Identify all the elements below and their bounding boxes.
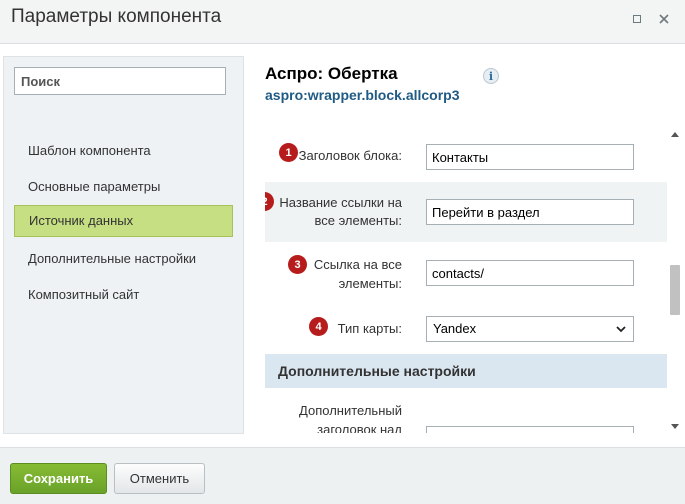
param-row-link-url: 3 Ссылка на все элементы: xyxy=(265,242,667,300)
sidebar-item-basic-params[interactable]: Основные параметры xyxy=(14,171,233,203)
form-scrollbar[interactable] xyxy=(667,128,683,433)
param-label: все элементы: xyxy=(314,213,402,228)
block-title-field[interactable] xyxy=(426,144,634,170)
save-button[interactable]: Сохранить xyxy=(10,463,107,494)
step-badge: 4 xyxy=(309,317,328,336)
scroll-up-icon[interactable] xyxy=(671,132,679,137)
component-name: Аспро: Обертка xyxy=(265,64,398,83)
param-label: Тип карты: xyxy=(337,321,402,336)
maximize-icon[interactable] xyxy=(629,11,645,27)
scroll-thumb[interactable] xyxy=(670,265,680,315)
step-badge: 2 xyxy=(265,192,274,211)
sidebar-item-label: Дополнительные настройки xyxy=(28,251,197,266)
sidebar-item-label: Композитный сайт xyxy=(28,287,140,302)
close-icon[interactable] xyxy=(656,11,672,27)
sidebar: Шаблон компонента Основные параметры Ист… xyxy=(3,56,244,434)
section-header-additional: Дополнительные настройки xyxy=(265,354,667,388)
map-type-value: Yandex xyxy=(433,321,477,336)
component-code: aspro:wrapper.block.allcorp3 xyxy=(265,87,460,103)
step-badge: 3 xyxy=(288,255,307,274)
sidebar-item-label: Источник данных xyxy=(29,213,134,228)
param-label: Дополнительный xyxy=(299,403,402,418)
sidebar-item-label: Основные параметры xyxy=(28,179,161,194)
sidebar-item-composite-site[interactable]: Композитный сайт xyxy=(14,279,233,311)
param-row-extra-title: Дополнительный заголовок над xyxy=(265,388,667,433)
param-row-map-type: 4 Тип карты: Yandex xyxy=(265,300,667,354)
dialog-footer: Сохранить Отменить xyxy=(0,447,685,504)
step-badge: 1 xyxy=(279,143,298,162)
dialog-title: Параметры компонента xyxy=(11,6,222,27)
search-input[interactable] xyxy=(14,67,226,95)
sidebar-item-label: Шаблон компонента xyxy=(28,143,151,158)
sidebar-item-additional-settings[interactable]: Дополнительные настройки xyxy=(14,243,233,275)
param-row-block-title: 1 Заголовок блока: xyxy=(265,128,667,182)
cancel-button[interactable]: Отменить xyxy=(114,463,205,494)
info-icon[interactable]: i xyxy=(483,68,499,84)
chevron-down-icon xyxy=(616,326,626,333)
link-name-field[interactable] xyxy=(426,199,634,225)
param-label: заголовок над xyxy=(317,422,402,433)
param-row-link-name: 2 Название ссылки на все элементы: xyxy=(265,182,667,242)
param-label: элементы: xyxy=(338,276,402,291)
scroll-down-icon[interactable] xyxy=(671,424,679,429)
link-url-field[interactable] xyxy=(426,260,634,286)
sidebar-item-template[interactable]: Шаблон компонента xyxy=(14,135,233,167)
param-label: Ссылка на все xyxy=(313,257,402,272)
param-label: Название ссылки на xyxy=(279,195,402,210)
sidebar-item-data-source[interactable]: Источник данных xyxy=(14,205,233,237)
extra-title-field[interactable] xyxy=(426,426,634,433)
map-type-select[interactable]: Yandex xyxy=(426,316,634,342)
dialog-titlebar: Параметры компонента xyxy=(0,0,685,44)
params-form: 1 Заголовок блока: 2 Название ссылки на … xyxy=(265,128,667,433)
param-label: Заголовок блока: xyxy=(298,148,402,163)
